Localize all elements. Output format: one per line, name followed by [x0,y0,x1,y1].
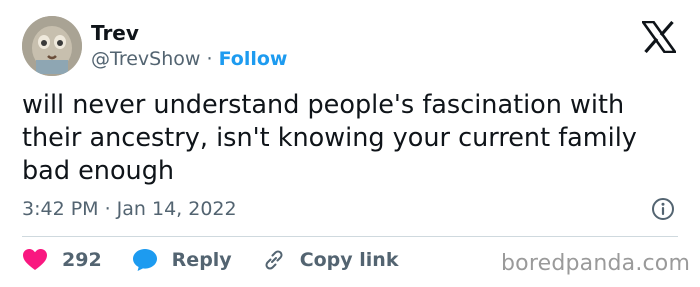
copy-link-button[interactable]: Copy link [262,248,399,272]
avatar[interactable] [22,16,82,76]
follow-button[interactable]: Follow [219,48,288,70]
divider [22,236,678,237]
like-button[interactable]: 292 [22,248,102,272]
tweet-timestamp[interactable]: 3:42 PM · Jan 14, 2022 [22,197,237,221]
reply-icon [132,249,157,271]
heart-icon [23,249,47,270]
handle-row: @TrevShow · Follow [91,47,287,71]
action-bar: 292 Reply Copy link [22,246,428,274]
handle-separator: · [206,48,213,70]
like-count: 292 [62,249,102,271]
avatar-image [22,16,82,76]
watermark: boredpanda.com [501,251,691,276]
reply-button[interactable]: Reply [132,248,232,272]
tweet-text: will never understand people's fascinati… [22,90,637,186]
author-handle[interactable]: @TrevShow [91,48,200,70]
link-icon [265,250,283,270]
reply-label: Reply [171,249,232,271]
copy-link-label: Copy link [299,249,399,271]
info-icon[interactable] [651,197,675,221]
author-name[interactable]: Trev [91,21,139,45]
x-logo-icon[interactable] [642,21,676,53]
